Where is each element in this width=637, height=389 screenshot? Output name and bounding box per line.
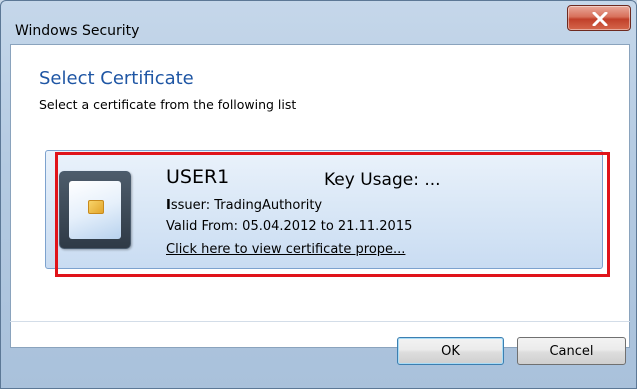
chip-icon [88,200,104,214]
title-bar[interactable]: Windows Security [1,1,636,45]
dialog-heading: Select Certificate [39,68,194,89]
issuer-line: Issuer: TradingAuthority [166,198,322,213]
cancel-button[interactable]: Cancel [517,337,626,365]
smart-card-icon [59,171,131,249]
view-certificate-properties-link[interactable]: Click here to view certificate prope... [166,242,405,257]
dialog-subheading: Select a certificate from the following … [39,97,297,112]
windows-security-dialog: Windows Security Select Certificate Sele… [0,0,637,389]
window-title: Windows Security [15,23,140,39]
issuer-text: ssuer: TradingAuthority [170,198,323,213]
validity-line: Valid From: 05.04.2012 to 21.11.2015 [166,219,412,234]
key-usage-label: Key Usage: ... [324,170,441,190]
certificate-list-item[interactable]: USER1 Key Usage: ... Issuer: TradingAuth… [45,150,603,269]
valid-label-initial: V [166,219,174,234]
close-x-icon [592,12,608,26]
ok-button[interactable]: OK [397,337,504,365]
certificate-name: USER1 [166,166,230,188]
button-bar-divider [10,321,630,322]
validity-text: alid From: 05.04.2012 to 21.11.2015 [173,219,413,234]
dialog-content: Select Certificate Select a certificate … [10,44,630,348]
close-button[interactable] [567,5,631,31]
